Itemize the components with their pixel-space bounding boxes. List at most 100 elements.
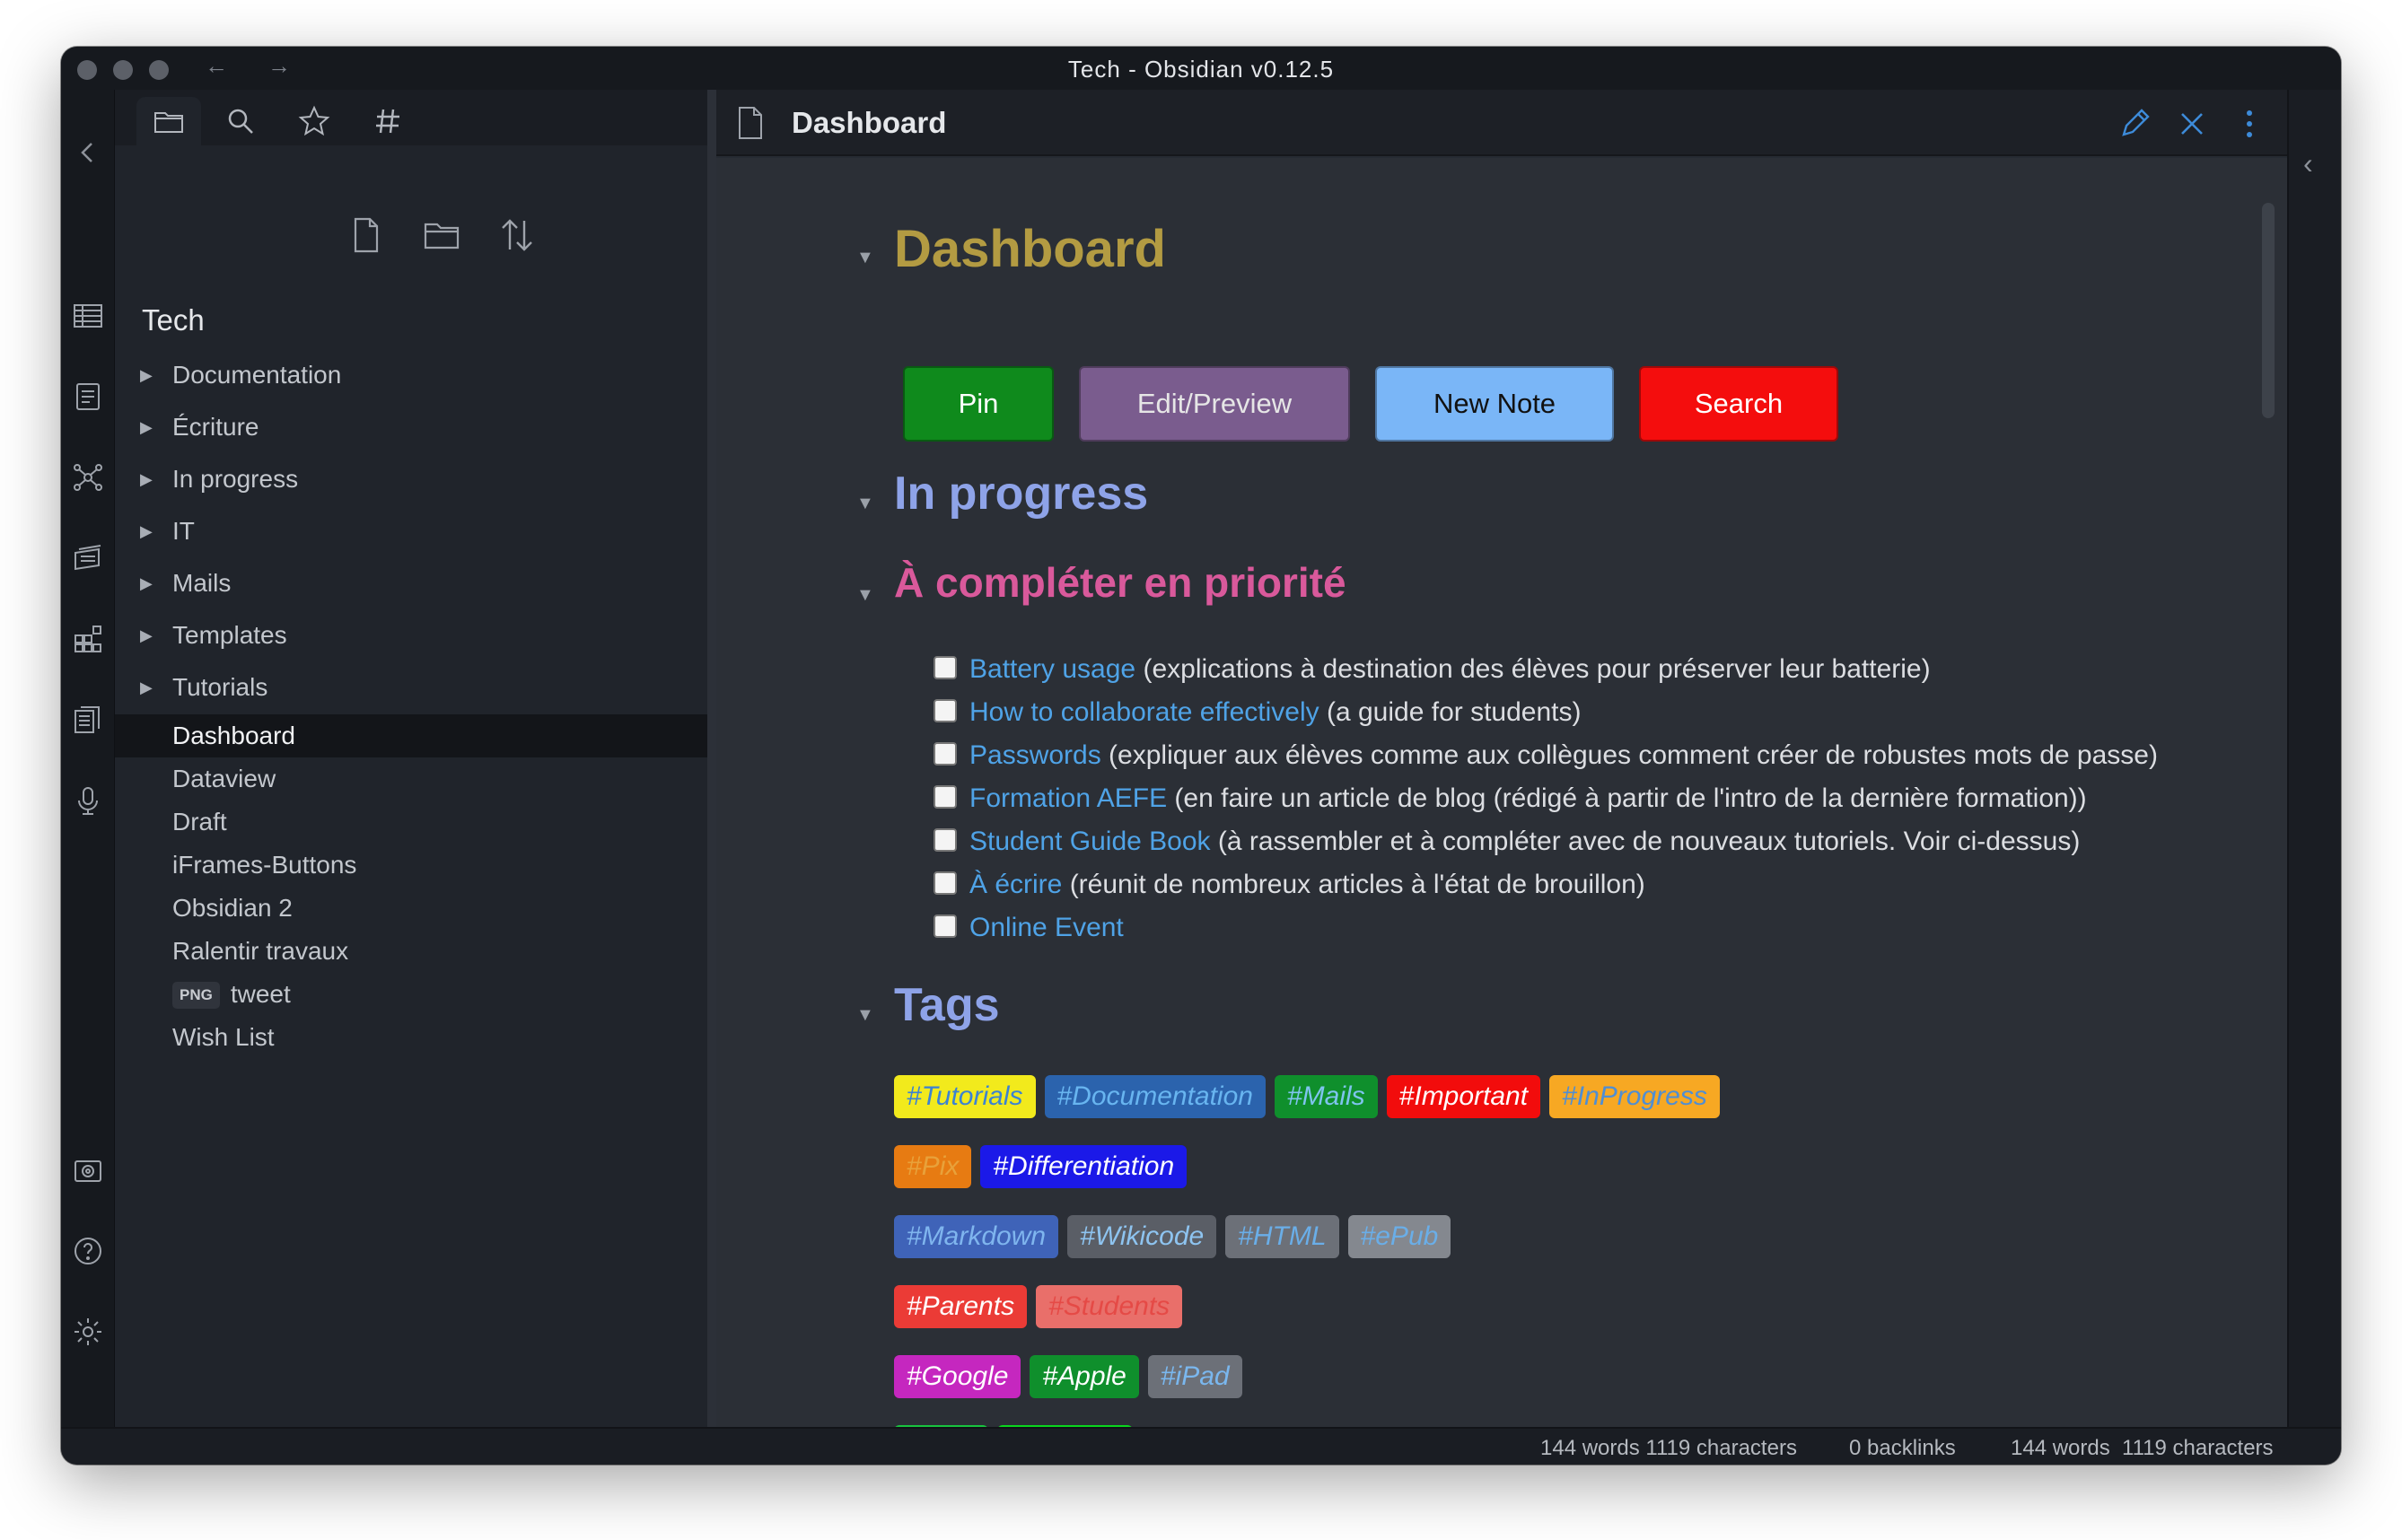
status-characters: 1119 characters (2122, 1436, 2274, 1460)
star-icon[interactable] (282, 97, 346, 145)
app-window: ← → Tech - Obsidian v0.12.5 Tech ▶ Docum… (61, 47, 2341, 1465)
folder-mails[interactable]: ▶ Mails (115, 562, 707, 605)
documents-icon[interactable] (72, 704, 104, 736)
task-checkbox[interactable] (934, 656, 957, 679)
scrollbar[interactable] (2262, 203, 2275, 418)
heading-priority: À compléter en priorité (894, 559, 1346, 606)
fold-arrow-icon[interactable]: ▼ (856, 494, 874, 514)
fold-arrow-icon[interactable]: ▼ (856, 1005, 874, 1026)
internal-link[interactable]: Student Guide Book (969, 827, 1211, 856)
tag-pill[interactable]: #Tutorials (894, 1075, 1036, 1118)
note-title: Dashboard (792, 106, 947, 139)
settings-icon[interactable] (72, 1316, 104, 1348)
file-obsidian-2[interactable]: Obsidian 2 (115, 887, 707, 930)
pin-button[interactable]: Pin (903, 366, 1054, 442)
internal-link[interactable]: Battery usage (969, 654, 1135, 684)
stack-icon[interactable] (72, 542, 104, 574)
task-item: Student Guide Book (à rassembler et à co… (934, 822, 2080, 862)
task-item: Online Event (934, 908, 1124, 948)
tag-pill[interactable]: #Pix (894, 1145, 972, 1188)
file-explorer-sidebar: Tech ▶ Documentation ▶ Écriture ▶ In progre… (115, 90, 707, 1427)
graph-icon[interactable] (72, 461, 104, 494)
tag-pill[interactable]: #Parents (894, 1285, 1028, 1328)
sort-icon[interactable] (497, 215, 537, 255)
folder-it[interactable]: ▶ IT (115, 510, 707, 553)
more-options-icon[interactable] (2231, 106, 2267, 142)
task-item: How to collaborate effectively (a guide … (934, 693, 1581, 732)
tag-pill[interactable]: #Documentation (1044, 1075, 1266, 1118)
file-ralentir-travaux[interactable]: Ralentir travaux (115, 930, 707, 973)
new-note-button[interactable]: New Note (1375, 366, 1614, 442)
folder-arrow-icon: ▶ (140, 418, 153, 436)
internal-link[interactable]: Formation AEFE (969, 783, 1167, 813)
status-backlinks: 0 backlinks (1849, 1436, 1956, 1460)
folder-templates[interactable]: ▶ Templates (115, 614, 707, 657)
microphone-icon[interactable] (72, 784, 104, 817)
file-dataview[interactable]: Dataview (115, 757, 707, 801)
tag-pill[interactable]: #iPad (1147, 1355, 1242, 1398)
png-badge: PNG (172, 982, 220, 1009)
task-checkbox[interactable] (934, 914, 957, 938)
heading-tags: Tags (894, 979, 1000, 1031)
status-word-char-count: 144 words 1119 characters (1540, 1436, 1797, 1460)
tag-pill[interactable]: #Google (894, 1355, 1021, 1398)
folder-in-progress[interactable]: ▶ In progress (115, 458, 707, 501)
new-folder-icon[interactable] (422, 215, 461, 255)
tag-pill[interactable]: #Apple (1030, 1355, 1139, 1398)
folder-arrow-icon: ▶ (140, 626, 153, 644)
right-sidebar-collapsed: ‹ (2287, 90, 2341, 1427)
sidebar-resize-handle[interactable] (707, 90, 716, 1427)
table-icon[interactable] (72, 300, 104, 332)
file-dashboard[interactable]: Dashboard (115, 714, 707, 757)
tag-pill[interactable]: #Markdown (894, 1215, 1059, 1258)
tag-pill[interactable]: #Mails (1274, 1075, 1378, 1118)
folder-tutorials[interactable]: ▶ Tutorials (115, 666, 707, 709)
card-icon[interactable] (72, 381, 104, 413)
fold-arrow-icon[interactable]: ▼ (856, 248, 874, 268)
task-item: Formation AEFE (en faire un article de b… (934, 779, 2087, 818)
file-iframes-buttons[interactable]: iFrames-Buttons (115, 844, 707, 887)
folder-arrow-icon: ▶ (140, 574, 153, 592)
task-checkbox[interactable] (934, 699, 957, 722)
file-draft[interactable]: Draft (115, 801, 707, 844)
tag-pill[interactable]: #ePub (1347, 1215, 1451, 1258)
edit-preview-button[interactable]: Edit/Preview (1079, 366, 1350, 442)
heading-in-progress: In progress (894, 468, 1149, 520)
internal-link[interactable]: Passwords (969, 740, 1101, 770)
tag-pill[interactable]: #Wikicode (1067, 1215, 1217, 1258)
expand-right-sidebar-icon[interactable]: ‹ (2303, 147, 2313, 180)
grid-icon[interactable] (72, 623, 104, 655)
tag-pill[interactable]: #InProgress (1549, 1075, 1720, 1118)
tag-pill[interactable]: #Students (1036, 1285, 1183, 1328)
camera-icon[interactable] (72, 1154, 104, 1186)
tag-pill[interactable]: #Important (1386, 1075, 1541, 1118)
search-button[interactable]: Search (1639, 366, 1838, 442)
tag-pill[interactable]: #Differentiation (980, 1145, 1188, 1188)
window-title: Tech - Obsidian v0.12.5 (1067, 56, 1335, 83)
close-icon[interactable] (2174, 106, 2210, 142)
edit-pencil-icon[interactable] (2117, 106, 2152, 142)
task-item: À écrire (réunit de nombreux articles à … (934, 865, 1645, 905)
tag-pill[interactable]: #HTML (1225, 1215, 1339, 1258)
hash-icon[interactable] (355, 97, 420, 145)
file-wish-list[interactable]: Wish List (115, 1016, 707, 1059)
task-checkbox[interactable] (934, 828, 957, 852)
status-words: 144 words (2011, 1436, 2110, 1460)
heading-dashboard: Dashboard (894, 220, 1166, 278)
fold-arrow-icon[interactable]: ▼ (856, 585, 874, 606)
folder-arrow-icon: ▶ (140, 678, 153, 696)
folder-documentation[interactable]: ▶ Documentation (115, 354, 707, 397)
internal-link[interactable]: Online Event (969, 913, 1124, 942)
collapse-sidebar-icon[interactable] (72, 136, 104, 169)
task-checkbox[interactable] (934, 785, 957, 809)
folder-ecriture[interactable]: ▶ Écriture (115, 406, 707, 449)
task-checkbox[interactable] (934, 742, 957, 766)
internal-link[interactable]: How to collaborate effectively (969, 697, 1319, 727)
help-icon[interactable] (72, 1235, 104, 1267)
search-icon[interactable] (208, 97, 273, 145)
folder-icon[interactable] (136, 97, 201, 145)
task-checkbox[interactable] (934, 871, 957, 895)
file-tweet[interactable]: PNG tweet (115, 973, 707, 1016)
internal-link[interactable]: À écrire (969, 870, 1062, 899)
new-note-icon[interactable] (346, 215, 386, 255)
